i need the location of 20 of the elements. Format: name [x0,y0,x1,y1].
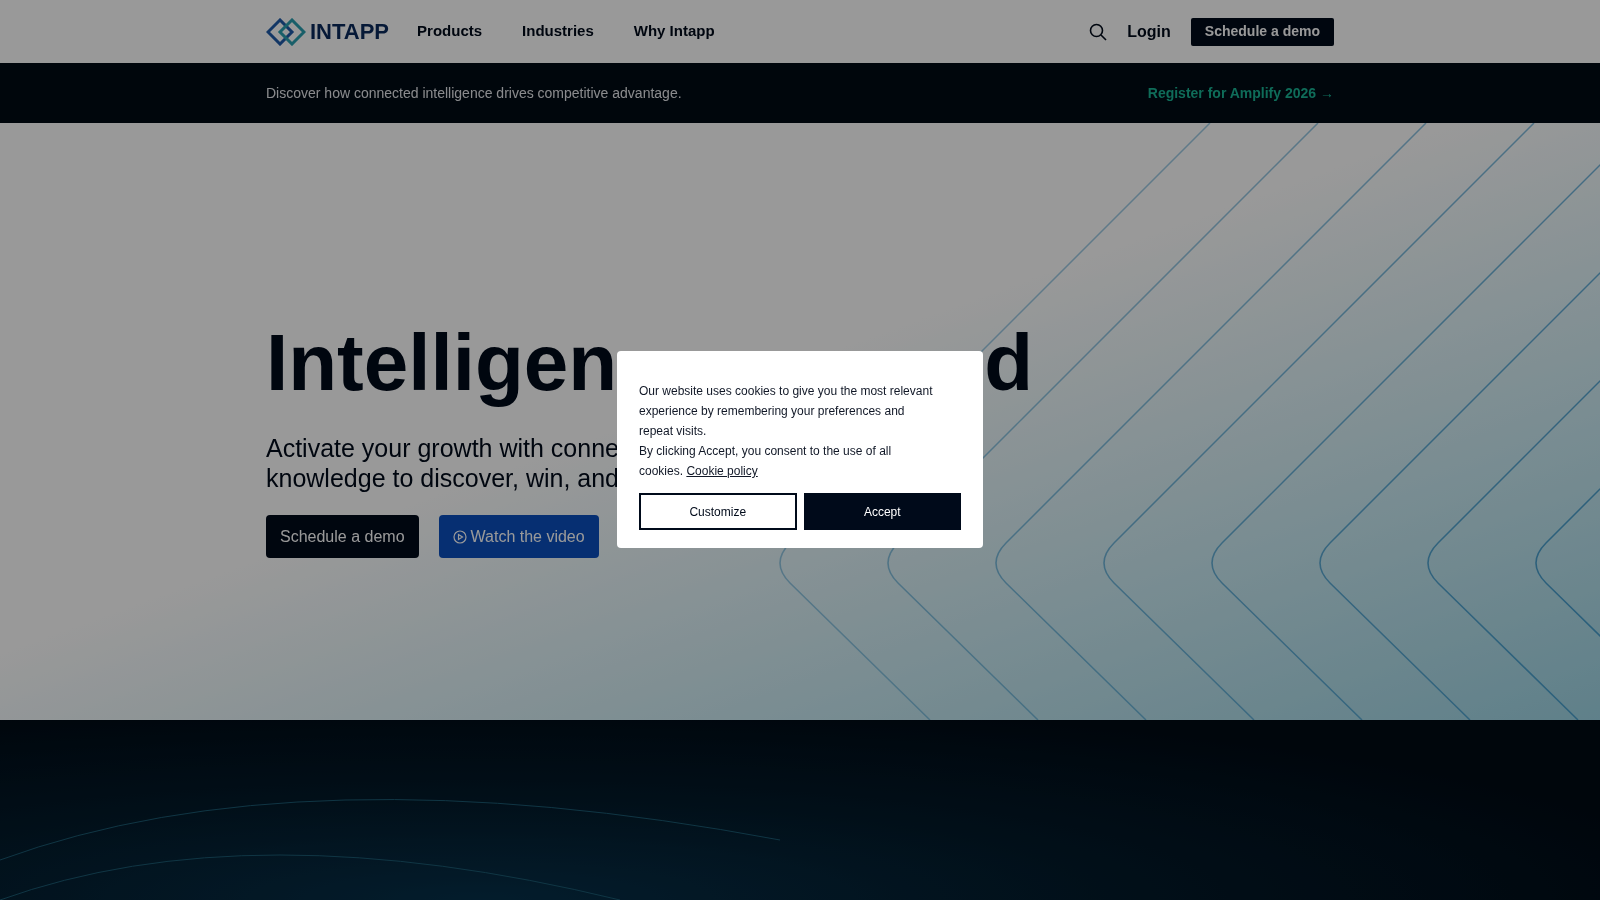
play-icon [452,529,467,544]
schedule-demo-button[interactable]: Schedule a demo [1190,17,1334,46]
hero-subtitle: Activate your growth with conne [266,433,619,463]
cookie-button[interactable]: Customize [639,493,797,530]
banner-text: Discover how connected intelligence drives competitive advantage. [266,83,682,103]
nav-link[interactable]: Products [417,20,483,43]
nav-link[interactable]: Why Intapp [633,20,715,43]
cookie-policy-link[interactable]: Cookie policy [686,464,758,478]
cookie-message: By clicking Accept, you consent to the use of all cookies. Cookie policy [639,443,893,480]
logo-icon [266,17,306,46]
schedule-demo-button[interactable]: Schedule a demo [266,515,419,558]
search-icon[interactable] [1089,22,1108,41]
cookie-button[interactable]: Accept [803,493,961,530]
logo-text[interactable]: INTAPP [310,15,390,48]
cookie-message: Our website uses cookies to give you the most relevant experience by remembering your preferences and repeat visits. [639,383,934,440]
hero-title: d [984,323,1033,403]
login-link[interactable]: Login [1127,19,1171,44]
nav-link[interactable]: Industries [522,20,594,43]
hero-subtitle: knowledge to discover, win, and [266,463,619,493]
watch-video-button[interactable]: Watch the video [438,515,599,558]
